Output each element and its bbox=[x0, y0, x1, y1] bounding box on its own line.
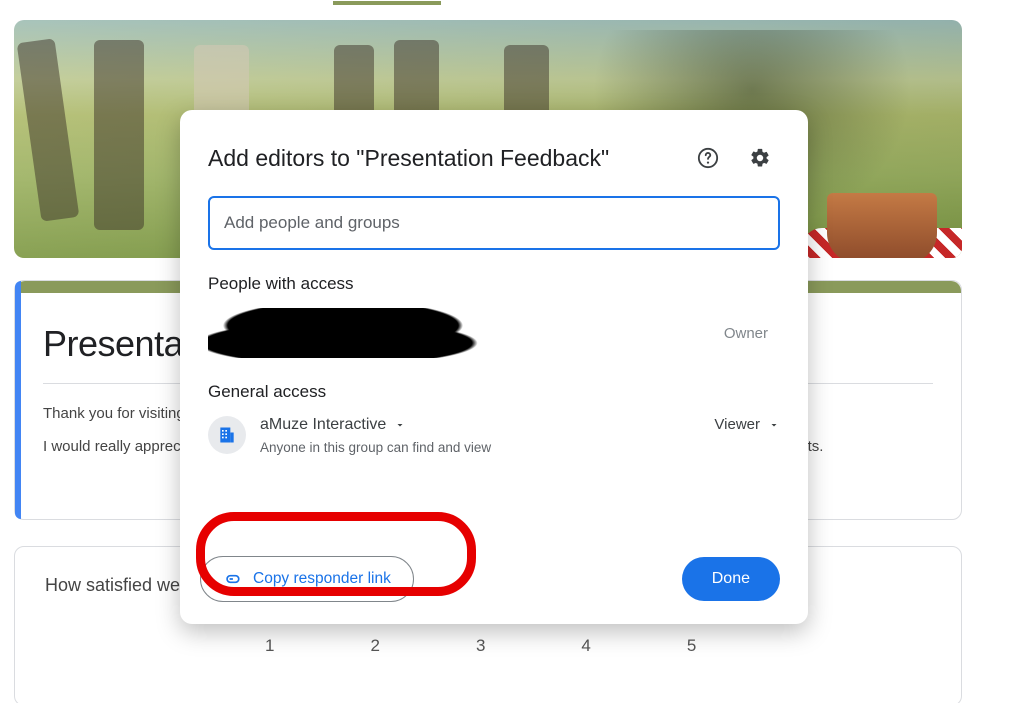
role-dropdown[interactable]: Viewer bbox=[714, 416, 780, 433]
org-description: Anyone in this group can find and view bbox=[260, 440, 491, 455]
help-button[interactable] bbox=[688, 138, 728, 178]
scale-label[interactable]: 1 bbox=[265, 636, 274, 656]
caret-down-icon bbox=[768, 419, 780, 431]
done-button[interactable]: Done bbox=[682, 557, 780, 601]
settings-button[interactable] bbox=[740, 138, 780, 178]
building-icon bbox=[217, 425, 237, 445]
scale-label[interactable]: 4 bbox=[581, 636, 590, 656]
scale-label[interactable]: 3 bbox=[476, 636, 485, 656]
org-name: aMuze Interactive bbox=[260, 416, 386, 434]
linear-scale: 1 2 3 4 5 bbox=[45, 636, 931, 656]
owner-role-label: Owner bbox=[724, 325, 768, 342]
org-icon-wrap bbox=[208, 416, 246, 454]
help-icon bbox=[697, 147, 719, 169]
share-dialog: Add editors to "Presentation Feedback" P… bbox=[180, 110, 808, 624]
scale-label[interactable]: 5 bbox=[687, 636, 696, 656]
people-with-access-heading: People with access bbox=[208, 274, 780, 294]
add-people-input[interactable] bbox=[208, 196, 780, 250]
owner-row: Owner bbox=[208, 308, 780, 358]
general-access-heading: General access bbox=[208, 382, 780, 402]
dialog-title: Add editors to "Presentation Feedback" bbox=[208, 145, 676, 172]
gear-icon bbox=[749, 147, 771, 169]
redacted-owner bbox=[208, 308, 478, 358]
role-label: Viewer bbox=[714, 416, 760, 433]
copy-responder-link-button[interactable]: Copy responder link bbox=[200, 556, 414, 602]
active-tab-indicator bbox=[333, 1, 441, 5]
org-selector[interactable]: aMuze Interactive bbox=[260, 416, 491, 434]
copy-link-label: Copy responder link bbox=[253, 570, 391, 588]
link-icon bbox=[223, 569, 243, 589]
caret-down-icon bbox=[394, 419, 406, 431]
scale-label[interactable]: 2 bbox=[370, 636, 379, 656]
